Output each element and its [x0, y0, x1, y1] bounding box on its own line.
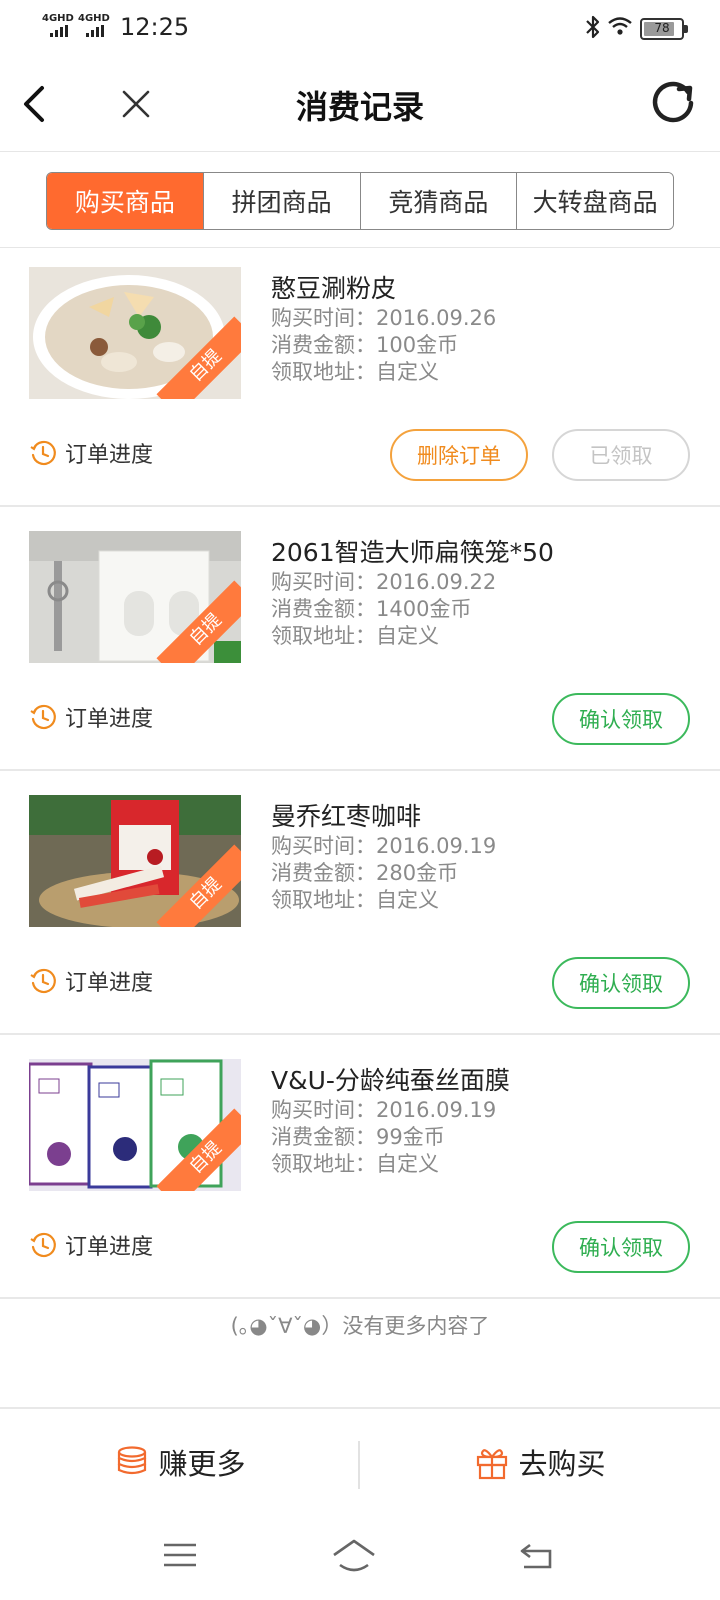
product-image[interactable]: 自提: [29, 795, 241, 927]
history-clock-icon: [30, 1232, 56, 1258]
product-image[interactable]: 自提: [29, 531, 241, 663]
confirm-pickup-button[interactable]: 确认领取: [552, 957, 690, 1009]
order-progress-link[interactable]: 订单进度: [29, 437, 153, 469]
system-nav-bar: [0, 1517, 720, 1600]
bluetooth-icon: [586, 15, 600, 39]
amount-label: 消费金额：: [271, 597, 376, 621]
address-value: 自定义: [376, 624, 439, 648]
home-icon[interactable]: [330, 1535, 378, 1575]
network-type-label: 4GHD: [42, 13, 74, 24]
purchase-time: 2016.09.19: [376, 834, 497, 858]
amount-label: 消费金额：: [271, 861, 376, 885]
history-clock-icon: [30, 968, 56, 994]
product-name: 曼乔红枣咖啡: [271, 802, 422, 831]
order-card: 自提 2061智造大师扁筷笼*50 购买时间：2016.09.22 消费金额：1…: [0, 507, 720, 771]
tab-purchased[interactable]: 购买商品: [47, 173, 204, 229]
history-clock-icon: [30, 440, 56, 466]
battery-icon: 78: [640, 18, 688, 40]
amount-label: 消费金额：: [271, 333, 376, 357]
order-progress-label: 订单进度: [65, 1235, 154, 1260]
title-bar: 消费记录: [0, 56, 720, 152]
status-time: 12:25: [120, 13, 190, 41]
earn-more-label: 赚更多: [158, 1447, 246, 1481]
product-image[interactable]: 自提: [29, 267, 241, 399]
delete-order-button[interactable]: 删除订单: [390, 429, 528, 481]
purchase-time-label: 购买时间：: [271, 570, 376, 594]
order-card: 自提 曼乔红枣咖啡 购买时间：2016.09.19 消费金额：280金币 领取地…: [0, 771, 720, 1035]
go-buy-label: 去购买: [518, 1447, 606, 1481]
address-label: 领取地址：: [271, 1152, 376, 1176]
address-value: 自定义: [376, 360, 439, 384]
confirm-pickup-button[interactable]: 确认领取: [552, 693, 690, 745]
purchase-time: 2016.09.26: [376, 306, 497, 330]
order-progress-link[interactable]: 订单进度: [29, 1229, 153, 1261]
history-clock-icon: [30, 704, 56, 730]
confirm-pickup-button[interactable]: 确认领取: [552, 1221, 690, 1273]
refresh-icon[interactable]: [648, 78, 698, 128]
network-type-label: 4GHD: [78, 13, 110, 24]
order-progress-link[interactable]: 订单进度: [29, 701, 153, 733]
purchase-time-label: 购买时间：: [271, 1098, 376, 1122]
order-progress-label: 订单进度: [65, 443, 154, 468]
bottom-action-bar: 赚更多 去购买: [0, 1407, 720, 1517]
purchase-time-label: 购买时间：: [271, 834, 376, 858]
menu-icon[interactable]: [156, 1535, 204, 1575]
received-button[interactable]: 已领取: [552, 429, 690, 481]
tab-bar: 购买商品 拼团商品 竞猜商品 大转盘商品: [0, 152, 720, 248]
order-card: 自提 V&U-分龄纯蚕丝面膜 购买时间：2016.09.19 消费金额：99金币…: [0, 1035, 720, 1299]
address-label: 领取地址：: [271, 360, 376, 384]
earn-more-button[interactable]: 赚更多: [0, 1409, 360, 1515]
address-label: 领取地址：: [271, 888, 376, 912]
wifi-icon: [608, 17, 632, 35]
product-name: V&U-分龄纯蚕丝面膜: [271, 1066, 510, 1095]
product-image[interactable]: 自提: [29, 1059, 241, 1191]
address-label: 领取地址：: [271, 624, 376, 648]
signal-icon: 4GHD: [42, 14, 74, 37]
tab-group-buy[interactable]: 拼团商品: [203, 173, 361, 229]
order-card: 自提 憨豆涮粉皮 购买时间：2016.09.26 消费金额：100金币 领取地址…: [0, 243, 720, 507]
purchase-time-label: 购买时间：: [271, 306, 376, 330]
gift-icon: [477, 1449, 508, 1480]
address-value: 自定义: [376, 888, 439, 912]
amount-label: 消费金额：: [271, 1125, 376, 1149]
amount-value: 99金币: [376, 1125, 445, 1149]
order-progress-link[interactable]: 订单进度: [29, 965, 153, 997]
purchase-time: 2016.09.22: [376, 570, 497, 594]
order-progress-label: 订单进度: [65, 707, 154, 732]
amount-value: 280金币: [376, 861, 459, 885]
tab-guess[interactable]: 竞猜商品: [360, 173, 518, 229]
signal-icon: 4GHD: [78, 14, 110, 37]
amount-value: 100金币: [376, 333, 459, 357]
address-value: 自定义: [376, 1152, 439, 1176]
purchase-time: 2016.09.19: [376, 1098, 497, 1122]
tab-wheel[interactable]: 大转盘商品: [517, 173, 673, 229]
product-name: 2061智造大师扁筷笼*50: [271, 538, 554, 567]
page-title: 消费记录: [295, 88, 424, 126]
product-name: 憨豆涮粉皮: [271, 274, 397, 303]
amount-value: 1400金币: [376, 597, 472, 621]
back-icon[interactable]: [512, 1535, 560, 1575]
battery-level: 78: [654, 21, 670, 35]
go-buy-button[interactable]: 去购买: [360, 1409, 720, 1515]
no-more-content-text: (｡◕ˇ∀ˇ◕）没有更多内容了: [230, 1314, 490, 1338]
status-bar: 4GHD 4GHD 12:25 78: [0, 0, 720, 56]
coins-icon: [118, 1446, 147, 1475]
order-progress-label: 订单进度: [65, 971, 154, 996]
